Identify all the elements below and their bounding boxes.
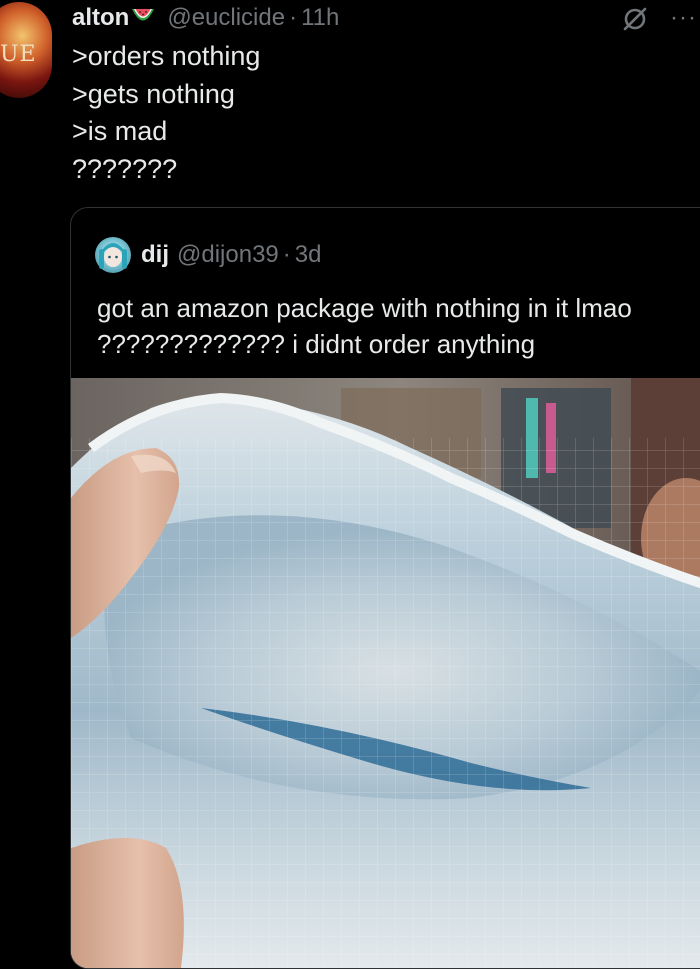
quoted-tweet-timestamp[interactable]: 3d bbox=[295, 241, 322, 269]
tweet-line: >orders nothing bbox=[72, 41, 261, 71]
quoted-tweet-body: got an amazon package with nothing in it… bbox=[97, 293, 632, 359]
quoted-separator-dot: · bbox=[282, 241, 291, 268]
tweet-line: >gets nothing bbox=[72, 78, 235, 109]
tweet-line: >is mad bbox=[72, 116, 168, 146]
quoted-avatar-art-icon bbox=[99, 243, 127, 269]
quoted-author-name[interactable]: dij bbox=[141, 241, 169, 269]
tweet-header: alton @euclicide · 11h bbox=[72, 2, 339, 34]
quoted-author-handle[interactable]: @dijon39 bbox=[177, 241, 279, 269]
tweet-timestamp[interactable]: 11h bbox=[301, 4, 339, 32]
quoted-tweet-header: dij @dijon39 · 3d bbox=[95, 236, 321, 274]
separator-dot: · bbox=[289, 4, 298, 31]
grok-icon[interactable] bbox=[620, 6, 650, 32]
tweet-body: >orders nothing >gets nothing >is mad?????… bbox=[72, 38, 260, 188]
avatar-text: UE bbox=[0, 42, 37, 67]
bubble-mailer-photo[interactable] bbox=[71, 378, 700, 968]
author-name[interactable]: alton bbox=[72, 4, 129, 32]
quoted-author-avatar[interactable] bbox=[95, 237, 131, 273]
tweet-line: ??????? bbox=[72, 153, 178, 184]
more-options-icon[interactable]: ··· bbox=[670, 4, 697, 32]
author-handle[interactable]: @euclicide bbox=[167, 4, 285, 32]
watermelon-icon bbox=[132, 9, 155, 21]
quoted-tweet-card[interactable]: dij @dijon39 · 3d got an amazon package … bbox=[70, 207, 700, 969]
author-avatar[interactable]: UE bbox=[0, 2, 52, 98]
